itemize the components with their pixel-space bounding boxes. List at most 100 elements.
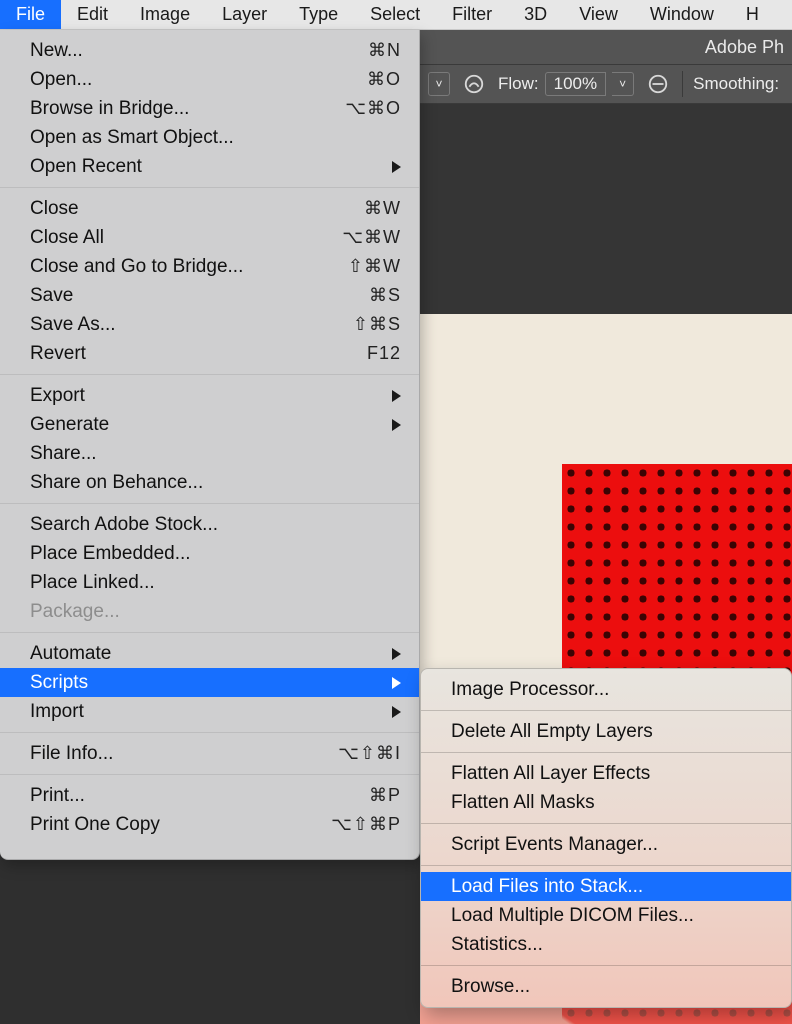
menu-item-shortcut: ⇧⌘S <box>353 314 401 335</box>
file-menu-print[interactable]: Print...⌘P <box>0 781 419 810</box>
file-menu-package: Package... <box>0 597 419 626</box>
file-menu-scripts[interactable]: Scripts <box>0 668 419 697</box>
file-menu-open-as-smart-object[interactable]: Open as Smart Object... <box>0 123 419 152</box>
menu-item-label: Flatten All Masks <box>451 792 595 814</box>
app-title-bar: Adobe Ph <box>420 30 792 64</box>
menu-item-label: Package... <box>30 601 401 623</box>
workspace-gutter <box>420 104 792 164</box>
menu-item-shortcut: ⌥⌘O <box>345 98 401 119</box>
scripts-load-files-into-stack[interactable]: Load Files into Stack... <box>421 872 791 901</box>
flow-value-field[interactable]: 100% <box>545 72 606 96</box>
menu-layer[interactable]: Layer <box>206 0 283 29</box>
menu-item-shortcut: F12 <box>367 343 401 364</box>
menu-item-label: Place Linked... <box>30 572 401 594</box>
app-title: Adobe Ph <box>705 37 784 58</box>
chevron-down-icon: ˅ <box>435 77 442 91</box>
menu-filter[interactable]: Filter <box>436 0 508 29</box>
menu-item-label: Scripts <box>30 672 401 694</box>
menu-h[interactable]: H <box>730 0 775 29</box>
menu-item-label: Export <box>30 385 401 407</box>
file-menu-export[interactable]: Export <box>0 381 419 410</box>
flow-dropdown[interactable]: ˅ <box>612 72 634 96</box>
file-menu-file-info[interactable]: File Info...⌥⇧⌘I <box>0 739 419 768</box>
menu-item-shortcut: ⌥⌘W <box>342 227 401 248</box>
menu-item-label: Save As... <box>30 314 353 336</box>
file-menu-generate[interactable]: Generate <box>0 410 419 439</box>
scripts-image-processor[interactable]: Image Processor... <box>421 675 791 704</box>
menu-item-label: Close All <box>30 227 342 249</box>
menu-view[interactable]: View <box>563 0 634 29</box>
menu-window[interactable]: Window <box>634 0 730 29</box>
file-menu-open[interactable]: Open...⌘O <box>0 65 419 94</box>
file-menu-browse-in-bridge[interactable]: Browse in Bridge...⌥⌘O <box>0 94 419 123</box>
file-menu-print-one-copy[interactable]: Print One Copy⌥⇧⌘P <box>0 810 419 839</box>
menu-edit[interactable]: Edit <box>61 0 124 29</box>
scripts-load-multiple-dicom-files[interactable]: Load Multiple DICOM Files... <box>421 901 791 930</box>
menu-type[interactable]: Type <box>283 0 354 29</box>
menu-item-shortcut: ⌥⇧⌘P <box>331 814 401 835</box>
menu-3d[interactable]: 3D <box>508 0 563 29</box>
file-menu-close[interactable]: Close⌘W <box>0 194 419 223</box>
menu-item-label: Revert <box>30 343 367 365</box>
brush-preset-dropdown[interactable]: ˅ <box>428 72 450 96</box>
menu-item-label: Flatten All Layer Effects <box>451 763 650 785</box>
file-menu-import[interactable]: Import <box>0 697 419 726</box>
menu-separator <box>0 632 419 633</box>
menu-item-label: Open as Smart Object... <box>30 127 401 149</box>
file-menu-save[interactable]: Save⌘S <box>0 281 419 310</box>
options-divider <box>682 71 683 97</box>
file-menu-search-adobe-stock[interactable]: Search Adobe Stock... <box>0 510 419 539</box>
menu-item-label: Print... <box>30 785 369 807</box>
file-menu-new[interactable]: New...⌘N <box>0 36 419 65</box>
menu-item-label: Delete All Empty Layers <box>451 721 653 743</box>
scripts-browse[interactable]: Browse... <box>421 972 791 1001</box>
file-menu-place-linked[interactable]: Place Linked... <box>0 568 419 597</box>
submenu-arrow-icon <box>392 706 401 718</box>
submenu-arrow-icon <box>392 419 401 431</box>
menu-select[interactable]: Select <box>354 0 436 29</box>
flow-label: Flow: <box>498 74 539 94</box>
scripts-flatten-all-masks[interactable]: Flatten All Masks <box>421 788 791 817</box>
airbrush-icon[interactable] <box>460 70 488 98</box>
scripts-flatten-all-layer-effects[interactable]: Flatten All Layer Effects <box>421 759 791 788</box>
file-menu-save-as[interactable]: Save As...⇧⌘S <box>0 310 419 339</box>
menu-item-shortcut: ⌥⇧⌘I <box>338 743 401 764</box>
submenu-arrow-icon <box>392 390 401 402</box>
menu-item-shortcut: ⌘O <box>367 69 401 90</box>
menu-separator <box>421 710 791 711</box>
menu-item-label: Import <box>30 701 401 723</box>
scripts-script-events-manager[interactable]: Script Events Manager... <box>421 830 791 859</box>
menu-item-label: Place Embedded... <box>30 543 401 565</box>
airbrush-buildup-icon[interactable] <box>644 70 672 98</box>
file-menu-share[interactable]: Share... <box>0 439 419 468</box>
menu-item-label: Automate <box>30 643 401 665</box>
menu-image[interactable]: Image <box>124 0 206 29</box>
chevron-down-icon: ˅ <box>619 77 626 91</box>
file-menu-share-on-behance[interactable]: Share on Behance... <box>0 468 419 497</box>
scripts-submenu: Image Processor... Delete All Empty Layer… <box>420 668 792 1008</box>
menu-separator <box>0 187 419 188</box>
flow-control: Flow: 100% ˅ <box>498 72 634 96</box>
menu-item-label: Open... <box>30 69 367 91</box>
file-menu-revert[interactable]: RevertF12 <box>0 339 419 368</box>
file-menu-close-and-go-to-bridge[interactable]: Close and Go to Bridge...⇧⌘W <box>0 252 419 281</box>
menu-item-label: Script Events Manager... <box>451 834 658 856</box>
menu-item-shortcut: ⇧⌘W <box>348 256 401 277</box>
scripts-statistics[interactable]: Statistics... <box>421 930 791 959</box>
menu-item-shortcut: ⌘S <box>369 285 401 306</box>
menu-separator <box>0 374 419 375</box>
file-menu-close-all[interactable]: Close All⌥⌘W <box>0 223 419 252</box>
menu-separator <box>421 752 791 753</box>
menu-separator <box>0 503 419 504</box>
scripts-delete-all-empty-layers[interactable]: Delete All Empty Layers <box>421 717 791 746</box>
menu-item-label: Image Processor... <box>451 679 609 701</box>
menu-item-label: File Info... <box>30 743 338 765</box>
menu-item-label: Close <box>30 198 364 220</box>
menu-separator <box>421 965 791 966</box>
file-menu-open-recent[interactable]: Open Recent <box>0 152 419 181</box>
menu-item-label: New... <box>30 40 368 62</box>
file-menu-automate[interactable]: Automate <box>0 639 419 668</box>
menu-file[interactable]: File <box>0 0 61 29</box>
menu-item-shortcut: ⌘P <box>369 785 401 806</box>
file-menu-place-embedded[interactable]: Place Embedded... <box>0 539 419 568</box>
